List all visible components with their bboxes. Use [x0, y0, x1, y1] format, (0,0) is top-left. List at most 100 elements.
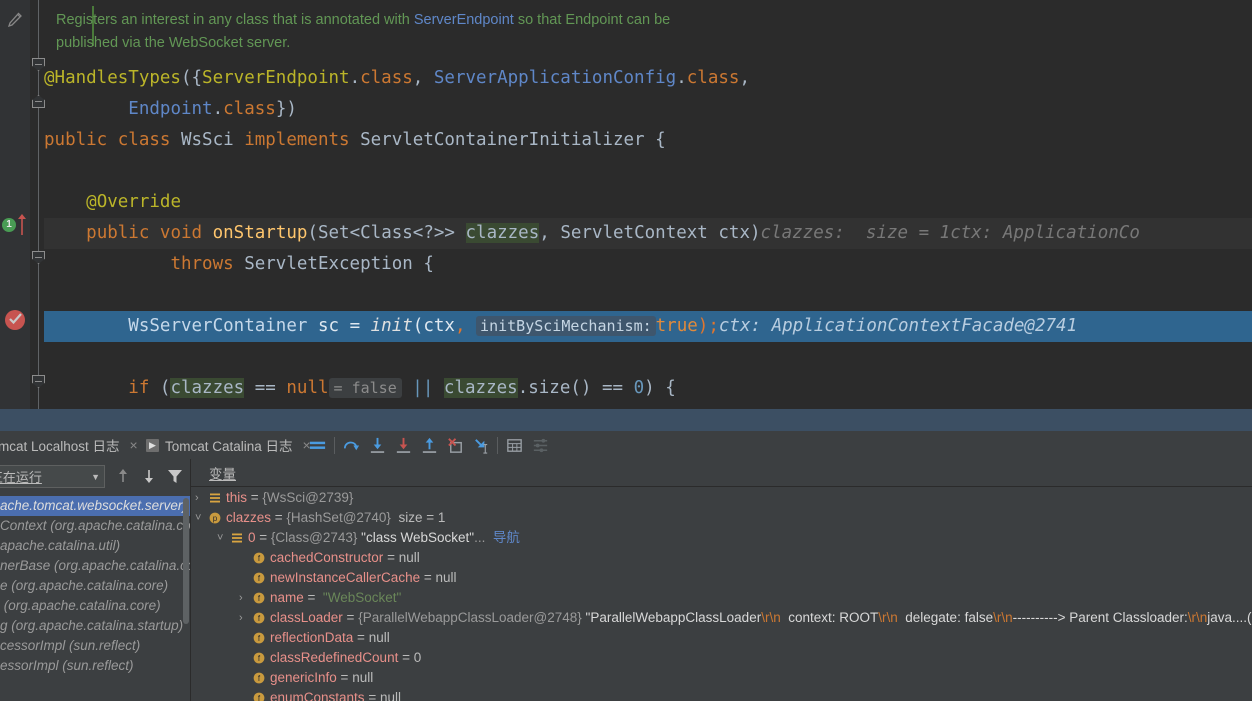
token-indent5 — [44, 316, 128, 336]
code-line-class-decl[interactable]: public class WsSci implements ServletCon… — [44, 125, 1252, 156]
token-indent4 — [44, 254, 170, 274]
svg-text:p: p — [213, 514, 218, 523]
variable-row[interactable]: f classRedefinedCount = 0 — [191, 648, 1252, 668]
variable-ellipsis: ... — [474, 530, 486, 545]
code-line-annotation-2[interactable]: Endpoint.class}) — [44, 94, 1252, 125]
code-line-override[interactable]: @Override — [44, 187, 1252, 218]
frame-row[interactable]: g (org.apache.catalina.startup) — [0, 616, 190, 636]
variable-row[interactable]: › f name = "WebSocket" — [191, 588, 1252, 608]
frame-row[interactable]: Context (org.apache.catalina.core — [0, 516, 190, 536]
frame-row[interactable]: e (org.apache.catalina.core) — [0, 576, 190, 596]
frame-row[interactable]: nerBase (org.apache.catalina.cor — [0, 556, 190, 576]
chevron-down-icon[interactable]: ▼ — [91, 472, 100, 482]
token-class-kw2: class — [686, 68, 740, 88]
chevron-down-icon[interactable]: ˅ — [217, 528, 223, 548]
force-step-into-icon[interactable] — [394, 436, 413, 455]
editor-toolwindow-splitter[interactable] — [0, 409, 1252, 431]
code-editor[interactable]: 1 Registers an interest in any class tha… — [0, 0, 1252, 409]
frame-row[interactable]: cessorImpl (sun.reflect) — [0, 636, 190, 656]
code-line-annotation-1[interactable]: @HandlesTypes({ServerEndpoint.class, Ser… — [44, 63, 1252, 94]
settings-icon[interactable] — [531, 436, 550, 455]
param-icon: p — [209, 510, 221, 524]
code-line-init-call-current[interactable]: WsServerContainer sc = init(ctx, initByS… — [44, 311, 1252, 342]
value-hint-null-false: = false — [328, 378, 402, 398]
variable-row[interactable]: f newInstanceCallerCache = null — [191, 568, 1252, 588]
frame-icon — [209, 490, 221, 503]
frame-label: e (org.apache.catalina.core) — [0, 578, 169, 593]
variable-row[interactable]: f enumConstants = null — [191, 688, 1252, 701]
filter-icon[interactable] — [167, 468, 183, 484]
step-out-icon[interactable] — [420, 436, 439, 455]
chevron-down-icon[interactable]: ˅ — [195, 508, 201, 528]
frame-row[interactable]: essorImpl (sun.reflect) — [0, 656, 190, 676]
code-line-if-clazzes[interactable]: if (clazzes == null = false || clazzes.si… — [44, 373, 1252, 404]
token-init-method: init — [370, 316, 413, 336]
tab-tomcat-catalina-log[interactable]: ▶ Tomcat Catalina 日志 × — [140, 431, 317, 459]
token-eq1: == — [244, 378, 287, 398]
token-endpoint: Endpoint — [128, 99, 213, 119]
token-servletcontainerinitializer: ServletContainerInitializer — [360, 130, 656, 150]
frame-row[interactable]: (org.apache.catalina.core) — [0, 596, 190, 616]
frame-down-icon[interactable] — [141, 468, 157, 484]
param-hint-initbyscimechanism: initBySciMechanism: — [476, 316, 656, 336]
token-assign: = — [349, 316, 371, 336]
code-line-blank-2[interactable] — [44, 280, 1252, 311]
variable-row[interactable]: f genericInfo = null — [191, 668, 1252, 688]
variables-tree[interactable]: › this = {WsSci@2739} ˅ p clazzes = {HashSet… — [191, 488, 1252, 701]
frames-vertical-scrollbar[interactable] — [183, 498, 189, 624]
code-line-blank-3[interactable] — [44, 342, 1252, 373]
field-icon: f — [253, 630, 265, 644]
implementation-marker-badge[interactable]: 1 — [2, 218, 16, 232]
step-over-icon[interactable] — [342, 436, 361, 455]
variable-null-value: null — [352, 670, 374, 685]
javadoc-text-pre: Registers an interest in any class that … — [56, 12, 414, 28]
thread-selector-dropdown[interactable]: me": 正在运行 ▼ — [0, 465, 105, 488]
variable-row[interactable]: › f classLoader = {ParallelWebappClassLoad… — [191, 608, 1252, 628]
frame-row[interactable]: apache.catalina.util) — [0, 536, 190, 556]
chevron-right-icon[interactable]: › — [195, 488, 199, 508]
token-semicolon: ; — [708, 316, 719, 336]
variables-panel: 变量 › this = {WsSci@2739} ˅ p clazzes = {Hash… — [191, 459, 1252, 701]
token-brace-open: { — [655, 130, 666, 150]
frames-list[interactable]: ache.tomcat.websocket.server) Context (or… — [0, 496, 190, 701]
token-paren2: ( — [307, 223, 318, 243]
chevron-right-icon[interactable]: › — [239, 608, 243, 628]
field-icon: f — [253, 650, 265, 664]
code-line-throws[interactable]: throws ServletException { — [44, 249, 1252, 280]
token-void-kw: void — [159, 223, 213, 243]
token-dot3: . — [212, 99, 224, 119]
drop-frame-icon[interactable] — [446, 436, 465, 455]
javadoc-text-pre-2: published via the WebSocket server. — [56, 35, 291, 51]
evaluate-expression-icon[interactable] — [505, 436, 524, 455]
variables-header: 变量 — [191, 459, 1252, 487]
variable-row[interactable]: f cachedConstructor = null — [191, 548, 1252, 568]
step-into-icon[interactable] — [368, 436, 387, 455]
run-to-cursor-icon[interactable] — [472, 436, 491, 455]
implementation-arrow-icon[interactable] — [17, 213, 27, 235]
navigate-link[interactable]: 导航 — [485, 530, 520, 545]
frame-label: g (org.apache.catalina.startup) — [0, 618, 184, 633]
code-line-blank-1[interactable] — [44, 156, 1252, 187]
token-paren4: ( — [412, 316, 424, 336]
show-execution-point-icon[interactable] — [308, 436, 327, 455]
tab-tomcat-localhost-log[interactable]: mcat Localhost 日志 × — [0, 431, 144, 459]
token-class-kw3: class — [223, 99, 276, 119]
variable-null-value: null — [435, 570, 457, 585]
close-icon[interactable]: × — [130, 437, 138, 453]
tab-label: mcat Localhost 日志 — [0, 439, 120, 454]
editor-gutter[interactable]: 1 — [0, 0, 30, 409]
variable-row[interactable]: › this = {WsSci@2739} — [191, 488, 1252, 508]
frame-row[interactable]: ache.tomcat.websocket.server) — [0, 496, 190, 516]
frame-up-icon[interactable] — [115, 468, 131, 484]
frame-label: apache.catalina.util) — [0, 538, 121, 553]
variable-number-value: 0 — [413, 650, 422, 665]
chevron-right-icon[interactable]: › — [239, 588, 243, 608]
variable-name: name — [270, 590, 304, 605]
variable-row[interactable]: ˅ p clazzes = {HashSet@2740} size = 1 — [191, 508, 1252, 528]
editor-text-area[interactable]: Registers an interest in any class that … — [44, 0, 1252, 409]
variable-row[interactable]: f reflectionData = null — [191, 628, 1252, 648]
pencil-icon[interactable] — [7, 12, 23, 28]
variable-row[interactable]: ˅ 0 = {Class@2743} "class WebSocket"... 导… — [191, 528, 1252, 548]
javadoc-class-ref[interactable]: ServerEndpoint — [414, 12, 514, 28]
code-line-onstartup-signature[interactable]: public void onStartup(Set<Class<?>> claz… — [44, 218, 1252, 249]
